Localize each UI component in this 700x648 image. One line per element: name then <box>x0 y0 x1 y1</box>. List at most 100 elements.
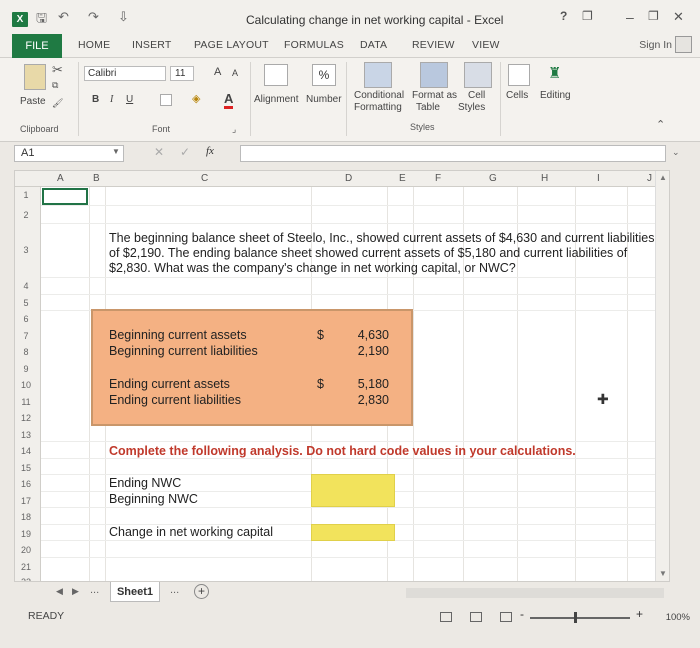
column-header[interactable]: E <box>399 173 406 184</box>
editing-icon[interactable]: ♜ <box>548 64 561 82</box>
name-box[interactable]: A1 <box>14 145 124 162</box>
borders-icon[interactable] <box>160 94 172 106</box>
format-as-table-label-2[interactable]: Table <box>416 102 440 113</box>
help-button[interactable]: ? <box>560 9 567 23</box>
underline-button[interactable]: U <box>126 94 133 105</box>
row-header[interactable]: 8 <box>15 347 37 357</box>
cancel-entry-icon[interactable]: ✕ <box>154 145 164 159</box>
copy-icon[interactable]: ⧉ <box>52 80 58 91</box>
tab-review[interactable]: REVIEW <box>412 39 455 51</box>
column-header[interactable]: C <box>201 173 208 184</box>
horizontal-scrollbar[interactable] <box>406 588 664 598</box>
prev-sheet-icon[interactable]: ◀ <box>56 586 63 597</box>
conditional-formatting-label-1[interactable]: Conditional <box>354 90 404 101</box>
row-header[interactable]: 11 <box>15 397 37 407</box>
column-header[interactable]: A <box>57 173 64 184</box>
ending-liabilities-label[interactable]: Ending current liabilities <box>109 393 241 407</box>
tab-home[interactable]: HOME <box>78 39 110 51</box>
font-color-icon[interactable]: A <box>224 91 234 109</box>
column-header[interactable]: B <box>93 173 100 184</box>
zoom-in-button[interactable]: + <box>636 607 643 621</box>
normal-view-icon[interactable] <box>440 612 452 622</box>
restore-button[interactable]: ❐ <box>648 9 659 23</box>
row-header[interactable]: 14 <box>15 446 37 456</box>
alignment-button[interactable]: Alignment <box>254 94 298 105</box>
cut-icon[interactable]: ✂ <box>52 62 63 78</box>
ending-assets-label[interactable]: Ending current assets <box>109 377 230 391</box>
row-header[interactable]: 4 <box>15 281 37 291</box>
font-size-select[interactable]: 11 <box>170 66 194 81</box>
format-as-table-icon[interactable] <box>420 62 448 88</box>
minimize-button[interactable]: – <box>626 9 634 25</box>
column-header[interactable]: J <box>647 173 652 184</box>
ribbon-display-options-button[interactable]: ❐ <box>582 9 593 23</box>
row-header[interactable]: 19 <box>15 529 37 539</box>
tab-formulas[interactable]: FORMULAS <box>284 39 344 51</box>
change-nwc-label[interactable]: Change in net working capital <box>109 525 273 539</box>
worksheet-grid[interactable]: A B C D E F G H I J 1 2 3 4 5 6 7 8 9 10… <box>14 170 670 582</box>
fill-color-icon[interactable]: ◈ <box>192 92 200 105</box>
conditional-formatting-icon[interactable] <box>364 62 392 88</box>
nwc-answer-cells[interactable] <box>311 474 395 507</box>
page-layout-view-icon[interactable] <box>470 612 482 622</box>
tab-insert[interactable]: INSERT <box>132 39 172 51</box>
enter-entry-icon[interactable]: ✓ <box>180 145 190 159</box>
column-header[interactable]: G <box>489 173 497 184</box>
formula-input[interactable] <box>240 145 666 162</box>
ending-nwc-label[interactable]: Ending NWC <box>109 476 181 490</box>
italic-button[interactable]: I <box>110 94 113 105</box>
conditional-formatting-label-2[interactable]: Formatting <box>354 102 402 113</box>
row-header[interactable]: 12 <box>15 413 37 423</box>
alignment-icon[interactable] <box>264 64 288 86</box>
avatar[interactable] <box>675 36 692 53</box>
row-header[interactable]: 2 <box>15 210 37 220</box>
scroll-up-icon[interactable]: ▲ <box>659 173 667 182</box>
bold-button[interactable]: B <box>92 94 99 105</box>
cell-styles-label-1[interactable]: Cell <box>468 90 485 101</box>
more-sheets-left[interactable]: ... <box>90 584 99 596</box>
close-button[interactable]: ✕ <box>673 9 684 25</box>
row-header[interactable]: 3 <box>15 245 37 255</box>
grow-font-button[interactable]: A <box>214 66 221 78</box>
redo-icon[interactable]: ↷ <box>88 9 99 25</box>
vertical-scrollbar[interactable]: ▲ ▼ <box>655 171 669 581</box>
column-header[interactable]: D <box>345 173 352 184</box>
beginning-liabilities-label[interactable]: Beginning current liabilities <box>109 344 258 358</box>
cell-styles-icon[interactable] <box>464 62 492 88</box>
zoom-slider-handle[interactable] <box>574 612 577 623</box>
name-box-dropdown-icon[interactable]: ▼ <box>112 147 120 156</box>
row-header[interactable]: 21 <box>15 562 37 572</box>
row-header[interactable]: 13 <box>15 430 37 440</box>
cells-icon[interactable] <box>508 64 530 86</box>
zoom-slider[interactable] <box>530 617 630 619</box>
paste-icon[interactable] <box>24 64 46 90</box>
font-dialog-launcher-icon[interactable]: ⌟ <box>232 124 236 135</box>
cells-button[interactable]: Cells <box>506 90 528 101</box>
beginning-nwc-label[interactable]: Beginning NWC <box>109 492 198 506</box>
row-header[interactable]: 9 <box>15 364 37 374</box>
change-nwc-answer-cell[interactable] <box>311 524 395 541</box>
row-header[interactable]: 10 <box>15 380 37 390</box>
undo-icon[interactable]: ↶ <box>58 9 69 25</box>
beginning-assets-label[interactable]: Beginning current assets <box>109 328 247 342</box>
paste-button[interactable]: Paste <box>20 96 46 107</box>
ending-assets-value[interactable]: 5,180 <box>339 377 389 391</box>
save-icon[interactable]: 🖫 <box>36 9 47 31</box>
tab-page-layout[interactable]: PAGE LAYOUT <box>194 39 269 51</box>
editing-button[interactable]: Editing <box>540 90 571 101</box>
collapse-ribbon-icon[interactable]: ⌃ <box>656 118 665 131</box>
row-header[interactable]: 20 <box>15 545 37 555</box>
format-painter-icon[interactable]: 🖌 <box>52 98 63 109</box>
tab-data[interactable]: DATA <box>360 39 387 51</box>
column-header[interactable]: H <box>541 173 548 184</box>
format-as-table-label-1[interactable]: Format as <box>412 90 457 101</box>
zoom-out-button[interactable]: - <box>520 607 524 621</box>
tab-file[interactable]: FILE <box>12 34 62 58</box>
number-button[interactable]: Number <box>306 94 342 105</box>
shrink-font-button[interactable]: A <box>232 68 238 78</box>
sheet-tab-sheet1[interactable]: Sheet1 <box>110 582 160 602</box>
scroll-down-icon[interactable]: ▼ <box>659 569 667 578</box>
cell-styles-label-2[interactable]: Styles <box>458 102 485 113</box>
zoom-level[interactable]: 100% <box>666 612 690 623</box>
row-header[interactable]: 16 <box>15 479 37 489</box>
